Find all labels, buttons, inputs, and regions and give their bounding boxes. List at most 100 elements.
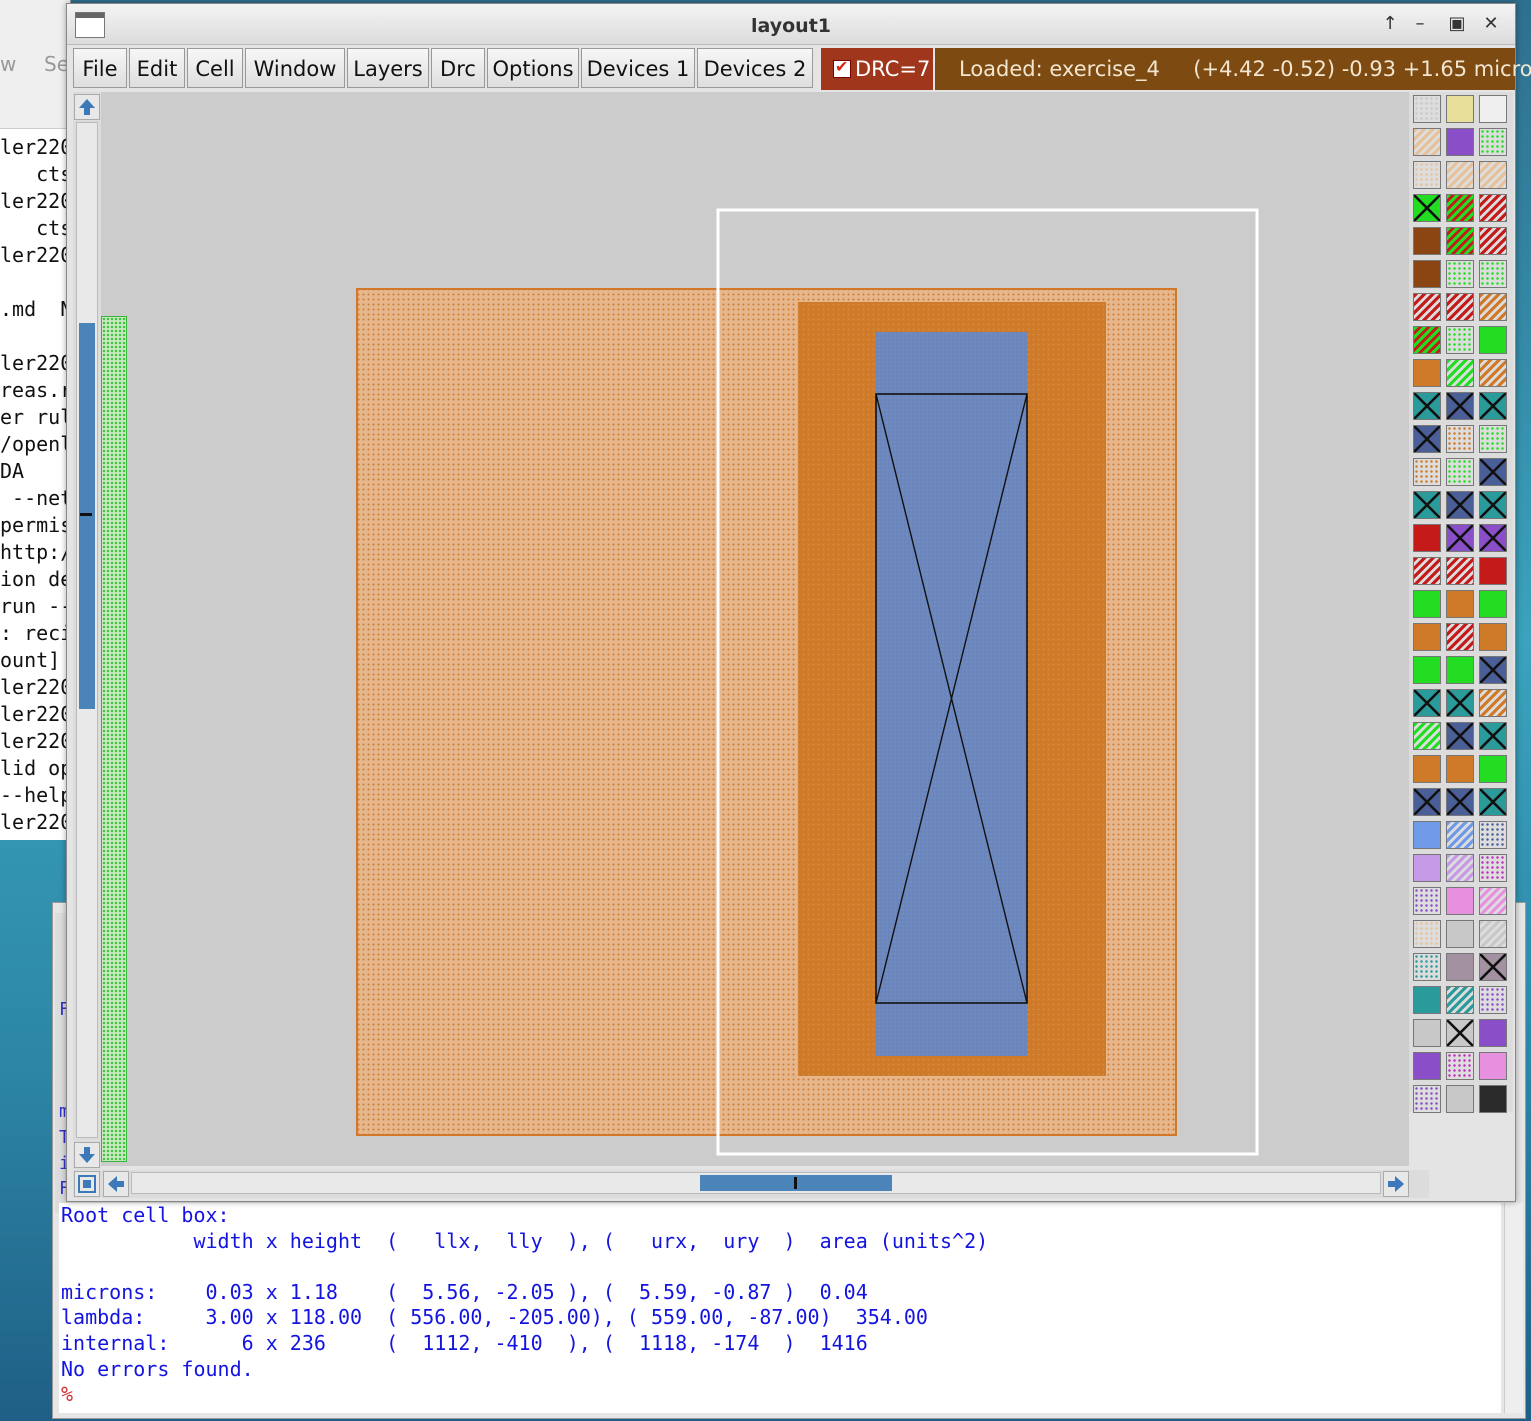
layer-swatch-gray-solid[interactable] <box>1446 1085 1474 1113</box>
layer-swatch-green-solid[interactable] <box>1479 755 1507 783</box>
layer-swatch-green-dots[interactable] <box>1446 260 1474 288</box>
layer-swatch-red-hatch[interactable] <box>1479 227 1507 255</box>
layer-swatch-green-red-hatch[interactable] <box>1413 326 1441 354</box>
menu-drc[interactable]: Drc <box>431 48 485 88</box>
layer-swatch-purple-box[interactable] <box>1446 128 1474 156</box>
layer-swatch-orange-hatch[interactable] <box>1479 689 1507 717</box>
layer-swatch-orange-solid[interactable] <box>1413 359 1441 387</box>
layer-swatch-tan-hatch[interactable] <box>1413 128 1441 156</box>
horizontal-scroll-thumb[interactable] <box>700 1175 892 1191</box>
layer-swatch-orange-solid[interactable] <box>1446 590 1474 618</box>
drc-checkbox[interactable] <box>833 57 851 78</box>
layer-swatch-gray-dots[interactable] <box>1413 95 1441 123</box>
horizontal-scroll-track[interactable] <box>131 1172 1381 1194</box>
layer-swatch-tan-dots[interactable] <box>1413 161 1441 189</box>
layer-swatch-green-dots[interactable] <box>1479 260 1507 288</box>
layer-swatch-purple-dots[interactable] <box>1413 1085 1441 1113</box>
layer-swatch-red-hatch[interactable] <box>1446 293 1474 321</box>
layer-swatch-red-hatch[interactable] <box>1413 293 1441 321</box>
layer-swatch-green-solid[interactable] <box>1479 326 1507 354</box>
layer-swatch-pink-solid[interactable] <box>1479 1052 1507 1080</box>
layer-swatch-purple-x[interactable] <box>1479 524 1507 552</box>
layer-swatch-tan-hatch[interactable] <box>1446 161 1474 189</box>
window-maximize-button[interactable]: ▣ <box>1445 13 1469 35</box>
layer-swatch-teal-x[interactable] <box>1413 491 1441 519</box>
layer-swatch-green-solid[interactable] <box>1446 656 1474 684</box>
layer-swatch-blue-x[interactable] <box>1446 491 1474 519</box>
layer-swatch-blue-dots[interactable] <box>1479 821 1507 849</box>
horizontal-scrollbar[interactable] <box>73 1170 1429 1198</box>
vertical-scroll-track[interactable] <box>76 122 98 1138</box>
layer-swatch-green-hatch[interactable] <box>1413 722 1441 750</box>
layer-swatch-teal-dots[interactable] <box>1413 953 1441 981</box>
layer-swatch-tan-dots[interactable] <box>1413 920 1441 948</box>
layer-swatch-pink-solid[interactable] <box>1446 887 1474 915</box>
layer-swatch-lightblue-hatch[interactable] <box>1446 821 1474 849</box>
layer-swatch-blue-x[interactable] <box>1479 458 1507 486</box>
vertical-scrollbar[interactable] <box>73 92 101 1170</box>
layer-swatch-purple-solid[interactable] <box>1413 1052 1441 1080</box>
layer-swatch-green-dots[interactable] <box>1479 128 1507 156</box>
layout-geometry[interactable] <box>101 92 1409 1166</box>
layer-swatch-orange-solid[interactable] <box>1413 755 1441 783</box>
layer-swatch-mauve-x[interactable] <box>1479 953 1507 981</box>
layer-swatch-brown-solid[interactable] <box>1413 260 1441 288</box>
menu-file[interactable]: File <box>73 48 127 88</box>
menu-devices-2[interactable]: Devices 2 <box>697 48 813 88</box>
console-output-area[interactable]: Root cell box: width x height ( llx, lly… <box>59 1203 1501 1413</box>
layer-palette[interactable] <box>1409 92 1513 1113</box>
layer-swatch-blue-x[interactable] <box>1413 425 1441 453</box>
menu-options[interactable]: Options <box>487 48 579 88</box>
layer-swatch-pink-hatch[interactable] <box>1479 887 1507 915</box>
window-close-button[interactable]: ✕ <box>1479 13 1503 35</box>
layer-swatch-gray-hatch[interactable] <box>1479 920 1507 948</box>
menu-devices-1[interactable]: Devices 1 <box>581 48 695 88</box>
window-raise-button[interactable]: ↑ <box>1378 13 1402 35</box>
layer-swatch-teal-solid[interactable] <box>1413 986 1441 1014</box>
layer-swatch-teal-x[interactable] <box>1479 722 1507 750</box>
layout-canvas[interactable] <box>101 92 1409 1166</box>
layer-swatch-mauve-solid[interactable] <box>1446 953 1474 981</box>
drc-toggle[interactable]: DRC=7 <box>821 48 933 90</box>
menu-cell[interactable]: Cell <box>187 48 243 88</box>
layer-swatch-green-dots[interactable] <box>1479 425 1507 453</box>
layer-swatch-orange-solid[interactable] <box>1446 755 1474 783</box>
layer-swatch-magenta-dots[interactable] <box>1479 854 1507 882</box>
layer-swatch-gray-solid[interactable] <box>1446 920 1474 948</box>
layer-swatch-teal-x[interactable] <box>1446 689 1474 717</box>
zoom-box-button[interactable] <box>74 1171 100 1197</box>
layer-swatch-blue-x[interactable] <box>1413 788 1441 816</box>
scroll-right-button[interactable] <box>1383 1171 1409 1197</box>
layer-swatch-green-red-hatch[interactable] <box>1446 227 1474 255</box>
background-terminal[interactable]: w Se ler220 cts ler220 cts ler220 .md N le… <box>0 0 71 840</box>
layer-swatch-red-hatch[interactable] <box>1446 623 1474 651</box>
layer-swatch-orange-dots[interactable] <box>1446 425 1474 453</box>
layer-swatch-blue-x[interactable] <box>1446 392 1474 420</box>
layer-swatch-teal-x[interactable] <box>1479 392 1507 420</box>
layer-swatch-purple-solid[interactable] <box>1479 1019 1507 1047</box>
layer-swatch-blue-x[interactable] <box>1479 656 1507 684</box>
layer-swatch-teal-x[interactable] <box>1479 788 1507 816</box>
scroll-down-button[interactable] <box>74 1142 100 1168</box>
console-prompt[interactable]: % <box>61 1382 988 1408</box>
layer-swatch-lavender-solid[interactable] <box>1413 854 1441 882</box>
vertical-scroll-thumb[interactable] <box>79 323 95 709</box>
layer-swatch-green-solid[interactable] <box>1413 656 1441 684</box>
magic-layout-window[interactable]: layout1 ↑ – ▣ ✕ File Edit Cell Window La… <box>66 3 1531 1202</box>
layer-swatch-lavender-hatch[interactable] <box>1446 854 1474 882</box>
layer-swatch-teal-x[interactable] <box>1413 689 1441 717</box>
layer-swatch-black-solid[interactable] <box>1479 1085 1507 1113</box>
layer-swatch-lightblue-solid[interactable] <box>1413 821 1441 849</box>
layer-swatch-red-hatch[interactable] <box>1446 557 1474 585</box>
layer-swatch-gray-x[interactable] <box>1446 1019 1474 1047</box>
menu-edit[interactable]: Edit <box>129 48 185 88</box>
layer-swatch-tan-hatch[interactable] <box>1479 161 1507 189</box>
layer-swatch-red-hatch[interactable] <box>1479 194 1507 222</box>
layer-swatch-orange-hatch[interactable] <box>1479 359 1507 387</box>
layer-swatch-orange-hatch[interactable] <box>1479 293 1507 321</box>
menu-layers[interactable]: Layers <box>347 48 429 88</box>
layer-swatch-orange-dots[interactable] <box>1413 458 1441 486</box>
window-minimize-button[interactable]: – <box>1408 13 1432 35</box>
menu-window[interactable]: Window <box>245 48 345 88</box>
scroll-up-button[interactable] <box>74 94 100 120</box>
